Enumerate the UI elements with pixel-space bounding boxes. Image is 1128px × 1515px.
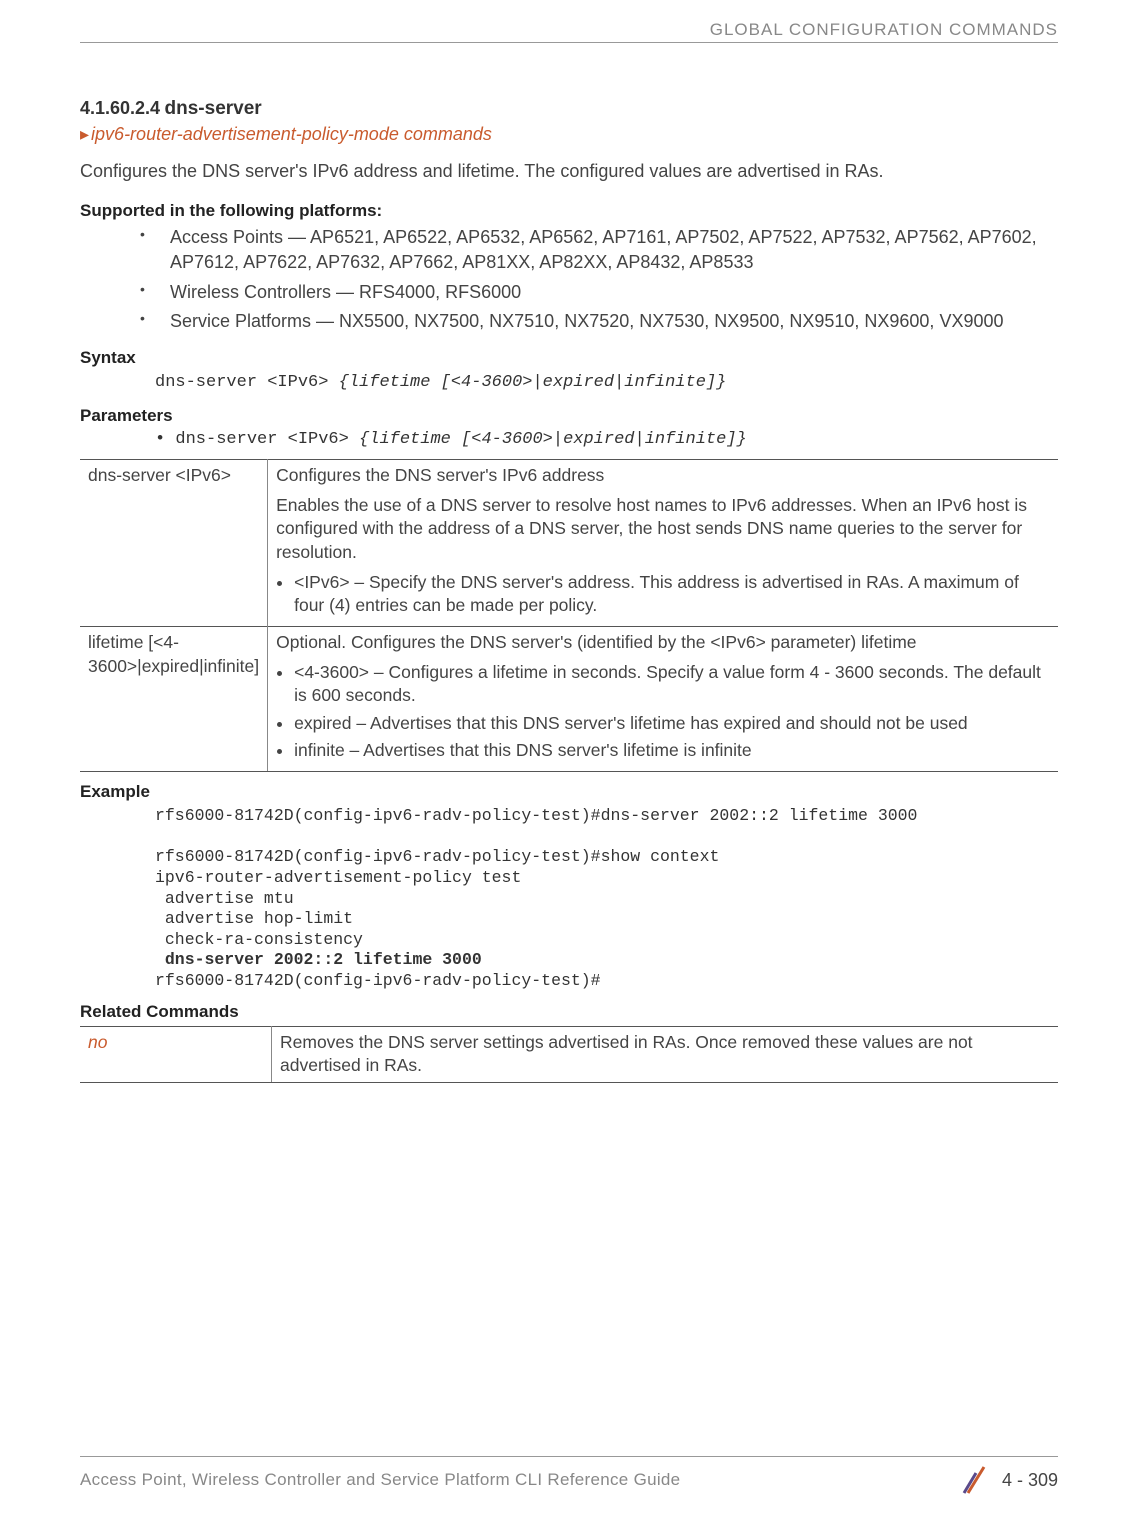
code-line-bold: dns-server 2002::2 lifetime 3000 <box>155 950 482 969</box>
param-name: lifetime [<4-3600>|expired|infinite] <box>80 626 268 771</box>
arrow-right-icon: ▸ <box>80 124 89 144</box>
code-line: check-ra-consistency <box>155 930 363 949</box>
related-heading: Related Commands <box>80 1002 1058 1022</box>
code-line: rfs6000-81742D(config-ipv6-radv-policy-t… <box>155 847 719 866</box>
page-footer: Access Point, Wireless Controller and Se… <box>80 1456 1058 1497</box>
list-item: Service Platforms — NX5500, NX7500, NX75… <box>140 309 1058 334</box>
section-number: 4.1.60.2.4 <box>80 98 160 118</box>
page-number: 4 - 309 <box>1002 1470 1058 1491</box>
section-heading: 4.1.60.2.4 dns-server <box>80 98 1058 120</box>
related-command[interactable]: no <box>80 1026 272 1082</box>
syntax-heading: Syntax <box>80 348 1058 368</box>
param-bullets: <IPv6> – Specify the DNS server's addres… <box>276 571 1050 618</box>
code-line: rfs6000-81742D(config-ipv6-radv-policy-t… <box>155 806 917 825</box>
parameters-table: dns-server <IPv6> Configures the DNS ser… <box>80 459 1058 772</box>
page: GLOBAL CONFIGURATION COMMANDS 4.1.60.2.4… <box>0 0 1128 1515</box>
list-item: Wireless Controllers — RFS4000, RFS6000 <box>140 280 1058 305</box>
param-desc: Configures the DNS server's IPv6 address… <box>268 460 1058 627</box>
syntax-italic: {lifetime [<4-3600>|expired|infinite]} <box>339 373 727 392</box>
param-bullets: <4-3600> – Configures a lifetime in seco… <box>276 661 1050 764</box>
footer-title: Access Point, Wireless Controller and Se… <box>80 1470 680 1490</box>
param-desc-line: Configures the DNS server's IPv6 address <box>276 464 1050 488</box>
platform-list: Access Points — AP6521, AP6522, AP6532, … <box>140 225 1058 334</box>
code-line: rfs6000-81742D(config-ipv6-radv-policy-t… <box>155 971 601 990</box>
list-item: expired – Advertises that this DNS serve… <box>294 712 1050 736</box>
code-line: advertise mtu <box>155 889 294 908</box>
code-line: ipv6-router-advertisement-policy test <box>155 868 521 887</box>
intro-text: Configures the DNS server's IPv6 address… <box>80 159 1058 183</box>
param-name: dns-server <IPv6> <box>80 460 268 627</box>
list-item: Access Points — AP6521, AP6522, AP6532, … <box>140 225 1058 275</box>
param-desc: Optional. Configures the DNS server's (i… <box>268 626 1058 771</box>
example-code: rfs6000-81742D(config-ipv6-radv-policy-t… <box>155 806 1058 992</box>
header-section-label: GLOBAL CONFIGURATION COMMANDS <box>80 20 1058 40</box>
param-italic: {lifetime [<4-3600>|expired|infinite]} <box>359 430 747 449</box>
syntax-plain: dns-server <IPv6> <box>155 373 339 392</box>
list-item: <IPv6> – Specify the DNS server's addres… <box>294 571 1050 618</box>
param-desc-line: Optional. Configures the DNS server's (i… <box>276 631 1050 655</box>
related-desc: Removes the DNS server settings advertis… <box>272 1026 1059 1082</box>
code-line: advertise hop-limit <box>155 909 353 928</box>
breadcrumb-text: ipv6-router-advertisement-policy-mode co… <box>91 124 492 144</box>
header-rule <box>80 42 1058 43</box>
param-prefix: • dns-server <IPv6> <box>155 430 359 449</box>
example-heading: Example <box>80 782 1058 802</box>
footer-rule <box>80 1456 1058 1457</box>
syntax-code: dns-server <IPv6> {lifetime [<4-3600>|ex… <box>155 372 1058 394</box>
related-table: no Removes the DNS server settings adver… <box>80 1026 1058 1083</box>
slash-icon <box>962 1463 990 1497</box>
breadcrumb-link[interactable]: ▸ipv6-router-advertisement-policy-mode c… <box>80 124 1058 145</box>
list-item: infinite – Advertises that this DNS serv… <box>294 739 1050 763</box>
parameters-heading: Parameters <box>80 406 1058 426</box>
param-desc-line: Enables the use of a DNS server to resol… <box>276 494 1050 565</box>
list-item: <4-3600> – Configures a lifetime in seco… <box>294 661 1050 708</box>
supported-heading: Supported in the following platforms: <box>80 201 1058 221</box>
param-syntax: • dns-server <IPv6> {lifetime [<4-3600>|… <box>155 430 1058 449</box>
section-title: dns-server <box>165 98 262 119</box>
